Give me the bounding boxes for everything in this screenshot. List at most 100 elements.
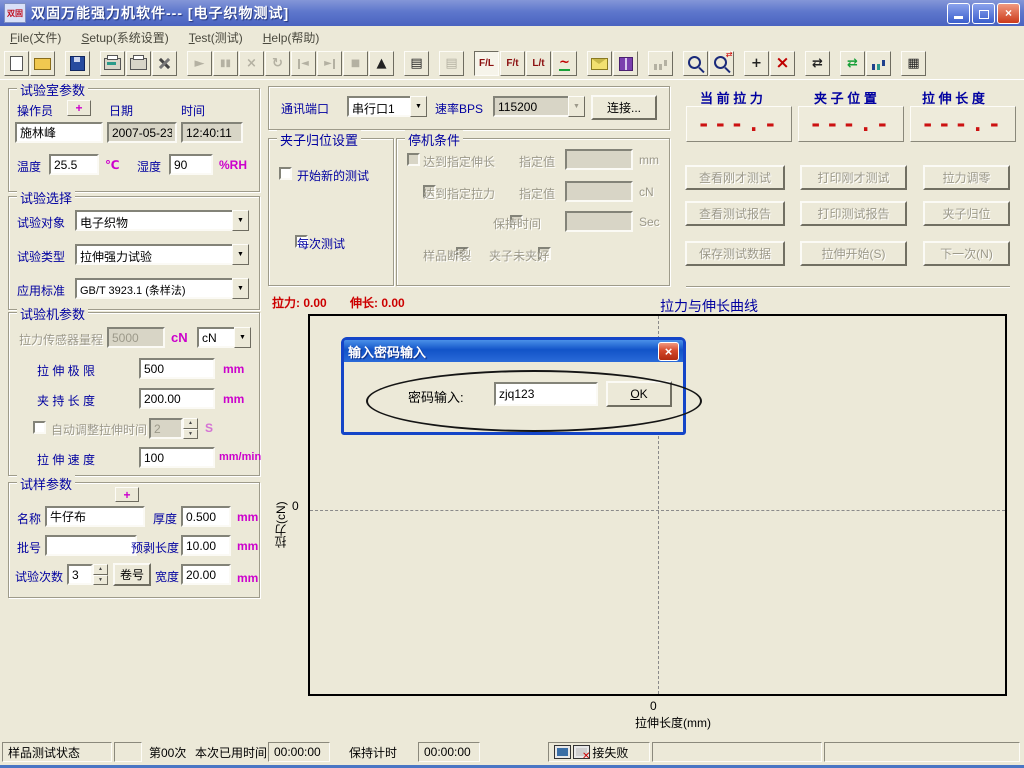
test-type-select[interactable]: 拉伸强力试验 ▼	[75, 244, 249, 265]
tools-button[interactable]	[152, 51, 177, 76]
auto-adjust-spinner[interactable]: ▲▼	[183, 418, 198, 439]
chevron-down-icon[interactable]: ▼	[410, 96, 427, 117]
menu-test[interactable]: Test(测试)	[179, 27, 253, 48]
button-label: 拉力调零	[942, 169, 990, 186]
new-test-checkbox[interactable]	[279, 167, 292, 180]
go-first-button[interactable]: ◄	[291, 51, 316, 76]
grip-length-input[interactable]	[139, 388, 215, 409]
properties-button[interactable]: ▤	[439, 51, 464, 76]
curve-lt-button[interactable]: L/t	[526, 51, 551, 76]
refresh-button[interactable]: ↻	[265, 51, 290, 76]
menu-file[interactable]: File(文件)	[0, 27, 71, 48]
save-test-data-button[interactable]: 保存测试数据	[685, 241, 785, 266]
password-input[interactable]	[494, 382, 598, 406]
print-report-button[interactable]: 打印测试报告	[800, 201, 907, 226]
batch-input[interactable]	[45, 535, 137, 556]
go-last-button[interactable]: ►	[317, 51, 342, 76]
new-button[interactable]	[4, 51, 29, 76]
report-button[interactable]: ▤	[404, 51, 429, 76]
print-preview-button[interactable]	[100, 51, 125, 76]
clamp-home-button[interactable]: 夹子归位	[923, 201, 1010, 226]
sensor-range-input[interactable]	[107, 327, 165, 348]
peel-length-input[interactable]	[181, 535, 231, 556]
mail-button[interactable]	[587, 51, 612, 76]
chevron-down-icon[interactable]: ▼	[232, 278, 249, 299]
chevron-down-icon[interactable]: ▼	[568, 96, 585, 117]
menu-help[interactable]: Help(帮助)	[253, 27, 330, 48]
restore-button[interactable]	[972, 3, 995, 24]
spin-down-icon[interactable]: ▼	[93, 575, 108, 586]
next-test-button[interactable]: 下一次(N)	[923, 241, 1010, 266]
auto-adjust-input[interactable]	[149, 418, 183, 439]
spin-up-icon[interactable]: ▲	[183, 418, 198, 429]
grid-button[interactable]: ▦	[901, 51, 926, 76]
force-target-input[interactable]	[565, 181, 633, 202]
date-field[interactable]	[107, 122, 177, 143]
add-button[interactable]: +	[744, 51, 769, 76]
stop-button[interactable]: ■	[343, 51, 368, 76]
delete-button[interactable]: ×	[770, 51, 795, 76]
chevron-down-icon[interactable]: ▼	[232, 210, 249, 231]
stretch-limit-input[interactable]	[139, 358, 215, 379]
dialog-close-button[interactable]: ×	[658, 342, 679, 361]
sync-button[interactable]: ⇄	[840, 51, 865, 76]
curve-color-button[interactable]: ~	[552, 51, 577, 76]
humidity-input[interactable]	[169, 154, 213, 175]
test-object-select[interactable]: 电子织物 ▼	[75, 210, 249, 231]
play-button[interactable]: ►	[187, 51, 212, 76]
start-stretch-button[interactable]: 拉伸开始(S)	[800, 241, 907, 266]
up-triangle-icon: ▲	[377, 57, 387, 70]
test-count-input[interactable]	[67, 564, 93, 585]
width-input[interactable]	[181, 564, 231, 585]
button-label: 打印刚才测试	[817, 169, 889, 186]
chevron-down-icon[interactable]: ▼	[234, 327, 251, 348]
standard-select[interactable]: GB/T 3923.1 (条样法) ▼	[75, 278, 249, 299]
minimize-button[interactable]	[947, 3, 970, 24]
add-operator-button[interactable]: +	[67, 100, 91, 116]
roll-number-button[interactable]: 卷号	[113, 563, 151, 586]
up-button[interactable]: ▲	[369, 51, 394, 76]
help-book-button[interactable]	[613, 51, 638, 76]
operator-input[interactable]	[15, 122, 103, 143]
ok-button[interactable]: OK	[606, 381, 672, 407]
spin-up-icon[interactable]: ▲	[93, 564, 108, 575]
add-specimen-button[interactable]: +	[115, 487, 139, 502]
auto-adjust-checkbox[interactable]	[33, 421, 46, 434]
chevron-down-icon[interactable]: ▼	[232, 244, 249, 265]
time-field[interactable]	[181, 122, 243, 143]
force-readout: 拉力: 0.00	[272, 294, 327, 311]
print-last-test-button[interactable]: 打印刚才测试	[800, 165, 907, 190]
hold-time-input[interactable]	[565, 211, 633, 232]
curve-fl-button[interactable]: F/L	[474, 51, 499, 76]
force-zero-button[interactable]: 拉力调零	[923, 165, 1010, 190]
baud-select[interactable]: 115200 ▼	[493, 96, 585, 117]
menu-setup[interactable]: Setup(系统设置)	[71, 27, 178, 48]
stats-button[interactable]	[648, 51, 673, 76]
reach-elongation-checkbox[interactable]	[407, 153, 420, 166]
curve-ft-button[interactable]: F/t	[500, 51, 525, 76]
thickness-input[interactable]	[181, 506, 231, 527]
open-button[interactable]	[30, 51, 55, 76]
clamp-loose-label: 夹子未夹好	[489, 247, 549, 264]
elongation-target-input[interactable]	[565, 149, 633, 170]
temp-input[interactable]	[49, 154, 99, 175]
close-button[interactable]: ×	[997, 3, 1020, 24]
dialog-title-bar[interactable]: 输入密码输入 ×	[344, 340, 683, 362]
zoom-refresh-button[interactable]	[709, 51, 734, 76]
comm-port-select[interactable]: 串行口1 ▼	[347, 96, 427, 117]
cancel-button[interactable]: ×	[239, 51, 264, 76]
pause-button[interactable]: ▮▮	[213, 51, 238, 76]
view-last-test-button[interactable]: 查看刚才测试	[685, 165, 785, 190]
connect-button[interactable]: 连接...	[591, 95, 657, 120]
view-report-button[interactable]: 查看测试报告	[685, 201, 785, 226]
spin-down-icon[interactable]: ▼	[183, 429, 198, 440]
print-button[interactable]	[126, 51, 151, 76]
save-button[interactable]	[65, 51, 90, 76]
zoom-button[interactable]	[683, 51, 708, 76]
name-input[interactable]	[45, 506, 145, 527]
stretch-speed-input[interactable]	[139, 447, 215, 468]
sensor-unit-select[interactable]: cN ▼	[197, 327, 251, 348]
test-count-spinner[interactable]: ▲▼	[93, 564, 108, 585]
transfer-button[interactable]: ⇄	[805, 51, 830, 76]
column-stats-button[interactable]	[866, 51, 891, 76]
